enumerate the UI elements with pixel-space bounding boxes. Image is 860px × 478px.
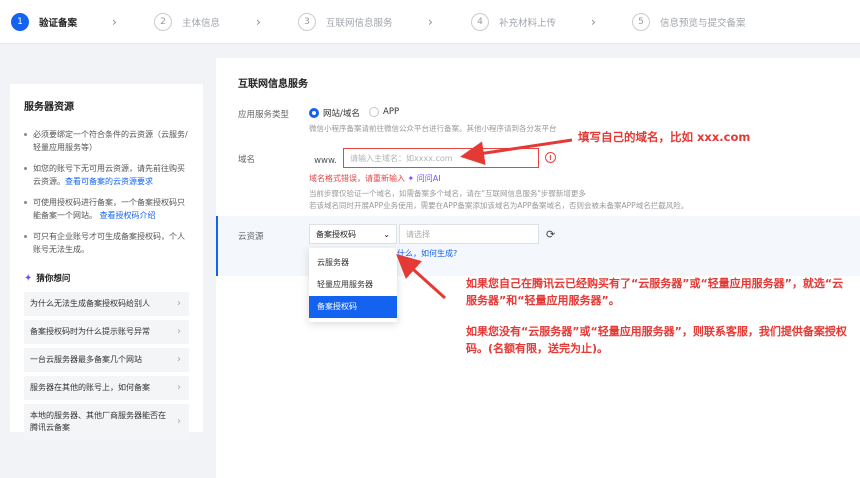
chevron-right-icon: ›	[256, 15, 261, 29]
step-number: 2	[154, 13, 172, 31]
question-text: 一台云服务器最多备案几个网站	[30, 355, 142, 364]
chevron-right-icon: ›	[112, 15, 117, 29]
step-1[interactable]: 1 验证备案	[11, 0, 77, 44]
radio-dot	[369, 107, 379, 117]
step-number: 5	[632, 13, 650, 31]
question-item[interactable]: 为什么无法生成备案授权码给别人 ›	[24, 292, 189, 316]
guess-title: 猜你想问	[36, 274, 71, 284]
note-text: 必须要绑定一个符合条件的云资源（云服务/轻量应用服务等）	[33, 130, 188, 152]
chevron-right-icon: ›	[177, 354, 181, 365]
question-text: 服务器在其他的账号上，如何备案	[30, 383, 150, 392]
step-label: 互联网信息服务	[326, 18, 393, 29]
internet-service-form: 互联网信息服务 应用服务类型 网站/域名 APP 微信小程序备案请前往微信公众平…	[216, 58, 860, 478]
error-icon: !	[545, 152, 556, 163]
question-text: 备案授权码时为什么提示账号异常	[30, 327, 150, 336]
cloud-resource-label: 云资源	[238, 232, 264, 242]
service-type-label: 应用服务类型	[238, 110, 290, 120]
ask-ai-link[interactable]: ✦ 问问AI	[408, 174, 441, 183]
cloud-type-dropdown: 云服务器 轻量应用服务器 备案授权码	[309, 248, 397, 322]
how-to-generate-link[interactable]: 什么，如何生成?	[397, 248, 457, 259]
step-label: 主体信息	[182, 18, 221, 29]
radio-label: 网站/域名	[323, 109, 360, 119]
chevron-down-icon: ⌄	[383, 229, 390, 239]
note-text: 可只有企业账号才可生成备案授权码，个人账号无法生成。	[33, 232, 185, 254]
step-label: 验证备案	[39, 18, 78, 29]
chevron-right-icon: ›	[177, 416, 181, 427]
sidebar-note: 必须要绑定一个符合条件的云资源（云服务/轻量应用服务等）	[24, 128, 189, 154]
error-text: 域名格式错误，请重新输入	[309, 174, 405, 183]
auth-code-intro-link[interactable]: 查看授权码介绍	[100, 211, 156, 220]
step-label: 补充材料上传	[499, 18, 557, 29]
refresh-icon[interactable]: ⟳	[546, 228, 555, 241]
domain-prefix: www.	[314, 156, 337, 166]
server-annotation: 如果您自己在腾讯云已经购买有了“云服务器”或“轻量应用服务器”，就选“云服务器”…	[466, 277, 844, 307]
sidebar-title: 服务器资源	[24, 102, 74, 113]
radio-dot	[309, 108, 319, 118]
question-text: 本地的服务器、其他厂商服务器能否在腾讯云备案	[30, 411, 166, 432]
select-placeholder: 请选择	[406, 229, 430, 239]
chevron-right-icon: ›	[428, 15, 433, 29]
domain-annotation: 填写自己的域名，比如 xxx.com	[578, 130, 751, 144]
question-item[interactable]: 备案授权码时为什么提示账号异常 ›	[24, 320, 189, 344]
guess-header: ✦ 猜你想问	[24, 272, 189, 285]
dropdown-option-lightweight-server[interactable]: 轻量应用服务器	[309, 274, 397, 296]
auth-code-annotation: 如果您没有“云服务器”或“轻量应用服务器”，则联系客服，我们提供备案授权码。(名…	[466, 325, 847, 355]
ask-ai-label: 问问AI	[416, 174, 441, 183]
question-item[interactable]: 一台云服务器最多备案几个网站 ›	[24, 348, 189, 372]
page-title: 互联网信息服务	[238, 79, 308, 90]
step-3[interactable]: 3 互联网信息服务	[298, 0, 393, 44]
domain-hint-1: 当前步骤仅验证一个域名，如需备案多个域名，请在"互联网信息服务"步骤新增更多	[309, 189, 586, 198]
cloud-requirements-link[interactable]: 查看可备案的云资源要求	[65, 177, 153, 186]
radio-website-domain[interactable]: 网站/域名	[309, 107, 360, 119]
sidebar-note: 如您的账号下无可用云资源，请先前往购买云资源。查看可备案的云资源要求	[24, 162, 189, 188]
server-resource-sidebar: 服务器资源 必须要绑定一个符合条件的云资源（云服务/轻量应用服务等） 如您的账号…	[10, 84, 203, 440]
sparkle-icon: ✦	[24, 272, 33, 284]
chevron-right-icon: ›	[177, 298, 181, 309]
chevron-right-icon: ›	[591, 15, 596, 29]
step-number: 3	[298, 13, 316, 31]
select-value: 备案授权码	[316, 229, 356, 239]
chevron-right-icon: ›	[177, 326, 181, 337]
step-number: 4	[471, 13, 489, 31]
question-item[interactable]: 本地的服务器、其他厂商服务器能否在腾讯云备案 ›	[24, 404, 189, 440]
radio-label: APP	[383, 107, 400, 117]
sidebar-note: 可使用授权码进行备案，一个备案授权码只能备案一个网站。 查看授权码介绍	[24, 196, 189, 222]
domain-input[interactable]	[343, 148, 539, 168]
radio-app[interactable]: APP	[369, 107, 399, 117]
step-number: 1	[11, 13, 29, 31]
cloud-type-select[interactable]: 备案授权码 ⌄	[309, 224, 397, 244]
service-type-hint: 微信小程序备案请前往微信公众平台进行备案。其他小程序请到各分发平台	[309, 124, 557, 133]
steps-bar: 1 验证备案 › 2 主体信息 › 3 互联网信息服务 › 4 补充材料上传 ›…	[0, 0, 860, 44]
domain-error-message: 域名格式错误，请重新输入 ✦ 问问AI	[309, 173, 441, 184]
step-5[interactable]: 5 信息预览与提交备案	[632, 0, 746, 44]
question-text: 为什么无法生成备案授权码给别人	[30, 299, 150, 308]
dropdown-option-cloud-server[interactable]: 云服务器	[309, 252, 397, 274]
step-4[interactable]: 4 补充材料上传	[471, 0, 556, 44]
step-label: 信息预览与提交备案	[660, 18, 746, 29]
dropdown-option-auth-code[interactable]: 备案授权码	[309, 296, 397, 318]
chevron-right-icon: ›	[177, 382, 181, 393]
step-2[interactable]: 2 主体信息	[154, 0, 220, 44]
domain-hint-2: 若该域名同时开展APP业务使用，需要在APP备案添加该域名为APP备案域名，否则…	[309, 201, 689, 210]
question-item[interactable]: 服务器在其他的账号上，如何备案 ›	[24, 376, 189, 400]
sidebar-note: 可只有企业账号才可生成备案授权码，个人账号无法生成。	[24, 230, 189, 256]
cloud-resource-select[interactable]: 请选择	[399, 224, 539, 244]
domain-label: 域名	[238, 155, 256, 165]
